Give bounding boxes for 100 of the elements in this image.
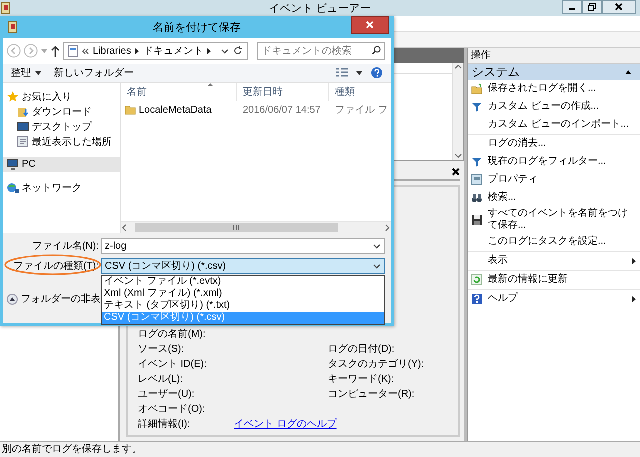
column-header[interactable]: 更新日時	[237, 83, 329, 101]
collapse-icon[interactable]	[625, 70, 632, 74]
star-icon	[7, 90, 19, 102]
funnel-icon	[471, 101, 483, 113]
action-item[interactable]: すべてのイベントを名前をつけて保存...	[468, 207, 640, 233]
field-label: ファイル名(N):	[31, 240, 100, 253]
help-icon[interactable]	[371, 67, 383, 79]
file-name-field[interactable]: z-log	[101, 238, 385, 254]
action-item[interactable]: プロパティ	[468, 171, 640, 189]
double-chevron-icon	[82, 48, 89, 54]
field-label: ログの日付(D):	[328, 342, 396, 356]
action-item[interactable]: 現在のログをフィルター...	[468, 153, 640, 171]
field-label: 詳細情報(I):	[138, 418, 192, 430]
search-icon	[372, 46, 381, 55]
column-header[interactable]: 種類	[329, 83, 391, 101]
close-icon	[615, 3, 623, 11]
action-item[interactable]: 検索...	[468, 189, 640, 207]
folder-icon	[125, 105, 136, 115]
field-label: コンピューター(R):	[328, 388, 416, 400]
close-button[interactable]	[602, 0, 636, 14]
recent-places-icon	[17, 136, 29, 148]
toolbar-button[interactable]: 新しいフォルダー	[52, 65, 136, 81]
navigation-item[interactable]: デスクトップ	[3, 119, 120, 134]
action-item[interactable]: 表示	[468, 251, 640, 270]
dropdown-option[interactable]: テキスト (タブ区切り) (*.txt)	[102, 300, 384, 312]
scroll-left-icon	[121, 224, 129, 232]
scroll-right-icon	[383, 224, 391, 232]
file-name[interactable]: LocaleMetaData	[139, 104, 212, 116]
open-folder-icon	[471, 83, 483, 95]
window-title: イベント ビューアー	[268, 3, 372, 15]
field-label: キーワード(K):	[328, 372, 396, 386]
horizontal-scrollbar[interactable]	[121, 221, 391, 233]
action-item[interactable]: カスタム ビューの作成...	[468, 98, 640, 116]
app-icon	[8, 21, 18, 33]
chevron-down-icon	[373, 264, 381, 268]
field-label: イベント ID(E):	[138, 358, 208, 370]
navigation-item[interactable]: ネットワーク	[3, 180, 120, 195]
dropdown-option[interactable]: Xml (Xml ファイル) (*.xml)	[102, 288, 384, 300]
submenu-arrow-icon	[632, 258, 636, 264]
submenu-arrow-icon	[632, 296, 636, 302]
help-icon	[471, 293, 483, 305]
field-label: タスクのカテゴリ(Y):	[328, 358, 426, 370]
breadcrumb-arrow-icon	[207, 48, 212, 54]
help-link[interactable]: イベント ログのヘルプ	[234, 416, 448, 430]
breadcrumb[interactable]: Libraries	[93, 46, 132, 56]
computer-icon	[7, 158, 19, 170]
refresh-icon[interactable]	[233, 46, 243, 56]
navigation-item[interactable]: お気に入り	[3, 89, 120, 104]
field-label: ユーザー(U):	[138, 388, 196, 400]
search-field[interactable]: ドキュメントの検索	[257, 42, 385, 60]
navigation-item[interactable]: PC	[3, 157, 120, 172]
sort-arrow-icon	[207, 83, 214, 87]
app-icon	[1, 2, 11, 14]
table-cell-text: ファイル フ	[334, 104, 389, 117]
action-item[interactable]: ヘルプ	[468, 289, 640, 308]
restore-button[interactable]	[582, 0, 602, 14]
close-button[interactable]	[351, 16, 389, 34]
refresh-icon	[471, 274, 483, 286]
collapse-icon	[7, 294, 18, 304]
field-label: ログの名前(M):	[138, 328, 207, 340]
navigation-item[interactable]: ダウンロード	[3, 104, 120, 119]
binoculars-icon	[471, 192, 483, 204]
field-label: ソース(S):	[138, 342, 186, 356]
chevron-down-icon	[373, 244, 381, 249]
library-icon	[68, 45, 78, 57]
file-type-dropdown[interactable]: CSV (コンマ区切り) (*.csv)	[101, 258, 385, 274]
action-item[interactable]: このログにタスクを設定...	[468, 233, 640, 251]
close-icon	[366, 21, 374, 29]
action-item[interactable]: カスタム ビューのインポート...	[468, 116, 640, 134]
caret-icon	[35, 70, 42, 76]
hide-folders-button[interactable]: フォルダーの非表	[7, 292, 101, 306]
status-text: 別の名前でログを保存します。	[2, 444, 142, 455]
minimize-button[interactable]	[562, 0, 582, 14]
action-item[interactable]: 保存されたログを開く...	[468, 80, 640, 98]
action-item[interactable]: ログの消去...	[468, 134, 640, 153]
pane-title: 操作	[468, 48, 640, 64]
navigation-item[interactable]: 最近表示した場所	[3, 134, 120, 149]
scroll-up-icon	[454, 65, 462, 69]
toolbar-button[interactable]: 整理	[9, 65, 44, 81]
dropdown-option[interactable]: イベント ファイル (*.evtx)	[102, 276, 384, 288]
action-item[interactable]: 最新の情報に更新	[468, 270, 640, 289]
breadcrumb-arrow-icon	[135, 48, 140, 54]
breadcrumb[interactable]: ドキュメント	[143, 44, 204, 58]
network-icon	[7, 182, 19, 194]
caret-icon[interactable]	[356, 70, 363, 76]
field-label: レベル(L):	[138, 372, 184, 386]
up-arrow-icon[interactable]	[51, 46, 60, 56]
properties-icon	[471, 174, 483, 186]
download-folder-icon	[17, 106, 29, 118]
restore-icon	[588, 3, 596, 11]
chevron-down-icon	[221, 48, 229, 54]
funnel-icon	[471, 156, 483, 168]
desktop-icon	[17, 120, 29, 132]
grip-icon	[233, 225, 240, 230]
field-label: オペコード(O):	[138, 402, 206, 416]
view-options-icon[interactable]	[336, 68, 348, 78]
close-icon[interactable]	[452, 168, 460, 176]
address-field[interactable]: Libraries ドキュメント	[63, 42, 248, 60]
section-header[interactable]: システム	[468, 64, 640, 80]
table-cell-text: 2016/06/07 14:57	[242, 104, 322, 116]
